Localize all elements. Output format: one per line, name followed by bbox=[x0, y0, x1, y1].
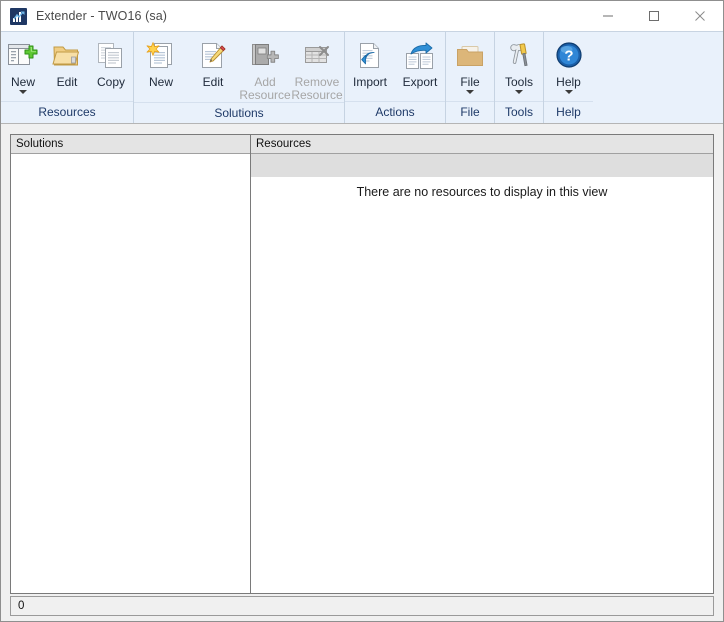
main-content: Solutions Resources There are no resourc… bbox=[10, 134, 714, 594]
resources-toolbar[interactable] bbox=[251, 154, 713, 178]
ribbon-toolbar: New Edit Copy Resources New Edit Add Res… bbox=[1, 31, 723, 124]
ribbon-button-label: Remove Resource bbox=[291, 75, 343, 102]
export-icon bbox=[403, 39, 437, 73]
new-window-plus-icon bbox=[6, 39, 40, 73]
ribbon-group-label: Tools bbox=[495, 101, 543, 123]
ribbon-button-edit-solution[interactable]: Edit bbox=[187, 35, 239, 89]
open-folder-icon bbox=[50, 39, 84, 73]
ribbon-button-tools[interactable]: Tools bbox=[495, 35, 543, 94]
tools-icon bbox=[502, 39, 536, 73]
ribbon-group-solutions: New Edit Add Resource Remove Resource So… bbox=[134, 32, 345, 123]
chart-icon bbox=[10, 7, 27, 25]
chevron-down-icon[interactable] bbox=[19, 90, 27, 94]
chevron-down-icon[interactable] bbox=[515, 90, 523, 94]
ribbon-button-label: Import bbox=[352, 75, 387, 89]
resources-pane: Resources There are no resources to disp… bbox=[250, 134, 714, 594]
solutions-pane: Solutions bbox=[10, 134, 251, 594]
ribbon-group-label: Solutions bbox=[134, 102, 344, 124]
ribbon-button-file[interactable]: File bbox=[446, 35, 494, 94]
ribbon-button-label: Export bbox=[402, 75, 438, 89]
copy-pages-icon bbox=[94, 39, 128, 73]
ribbon-button-label: New bbox=[148, 75, 173, 89]
ribbon-button-label: Copy bbox=[96, 75, 125, 89]
folder-icon bbox=[453, 39, 487, 73]
window-title: Extender - TWO16 (sa) bbox=[36, 9, 168, 23]
ribbon-button-label: Tools bbox=[504, 75, 533, 89]
solutions-pane-header: Solutions bbox=[11, 135, 250, 154]
extender-window: Extender - TWO16 (sa) New Edit Copy Reso… bbox=[0, 0, 724, 622]
add-resource-icon bbox=[248, 39, 282, 73]
title-bar: Extender - TWO16 (sa) bbox=[1, 1, 723, 31]
chevron-down-icon[interactable] bbox=[564, 90, 573, 94]
resources-list[interactable]: There are no resources to display in thi… bbox=[251, 154, 713, 593]
ribbon-button-remove-resource: Remove Resource bbox=[291, 35, 343, 102]
new-document-star-icon bbox=[144, 39, 178, 73]
chevron-down-icon[interactable] bbox=[466, 90, 474, 94]
window-controls bbox=[585, 1, 723, 31]
status-bar: 0 bbox=[10, 596, 714, 616]
edit-document-pencil-icon bbox=[196, 39, 230, 73]
ribbon-group-label: Help bbox=[544, 101, 593, 123]
ribbon-group-label: File bbox=[446, 101, 494, 123]
ribbon-button-new-resource[interactable]: New bbox=[1, 35, 45, 94]
maximize-icon[interactable] bbox=[631, 1, 677, 31]
ribbon-group-help: ? Help Help bbox=[544, 32, 593, 123]
svg-text:?: ? bbox=[564, 48, 573, 65]
ribbon-group-tools: Tools Tools bbox=[495, 32, 544, 123]
ribbon-group-label: Resources bbox=[1, 101, 133, 123]
ribbon-button-import[interactable]: Import bbox=[345, 35, 395, 89]
resources-pane-header: Resources bbox=[251, 135, 713, 154]
remove-resource-icon bbox=[300, 39, 334, 73]
import-icon bbox=[353, 39, 387, 73]
ribbon-button-add-resource: Add Resource bbox=[239, 35, 291, 102]
ribbon-button-label: Edit bbox=[56, 75, 78, 89]
ribbon-button-label: Add Resource bbox=[239, 75, 291, 102]
ribbon-button-label: Edit bbox=[202, 75, 224, 89]
ribbon-group-label: Actions bbox=[345, 101, 445, 123]
minimize-icon[interactable] bbox=[585, 1, 631, 31]
ribbon-button-label: New bbox=[10, 75, 35, 89]
ribbon-button-help[interactable]: ? Help bbox=[544, 35, 593, 94]
ribbon-button-label: Help bbox=[556, 75, 581, 89]
ribbon-group-actions: Import Export Actions bbox=[345, 32, 446, 123]
ribbon-button-export[interactable]: Export bbox=[395, 35, 445, 89]
ribbon-button-label: File bbox=[460, 75, 480, 89]
close-icon[interactable] bbox=[677, 1, 723, 31]
ribbon-button-copy-resource[interactable]: Copy bbox=[89, 35, 133, 89]
resources-empty-message: There are no resources to display in thi… bbox=[356, 185, 608, 199]
ribbon-group-file: File File bbox=[446, 32, 495, 123]
help-icon: ? bbox=[552, 39, 586, 73]
ribbon-group-resources: New Edit Copy Resources bbox=[1, 32, 134, 123]
ribbon-button-new-solution[interactable]: New bbox=[135, 35, 187, 89]
solutions-list[interactable] bbox=[11, 154, 250, 593]
ribbon-button-edit-resource[interactable]: Edit bbox=[45, 35, 89, 89]
